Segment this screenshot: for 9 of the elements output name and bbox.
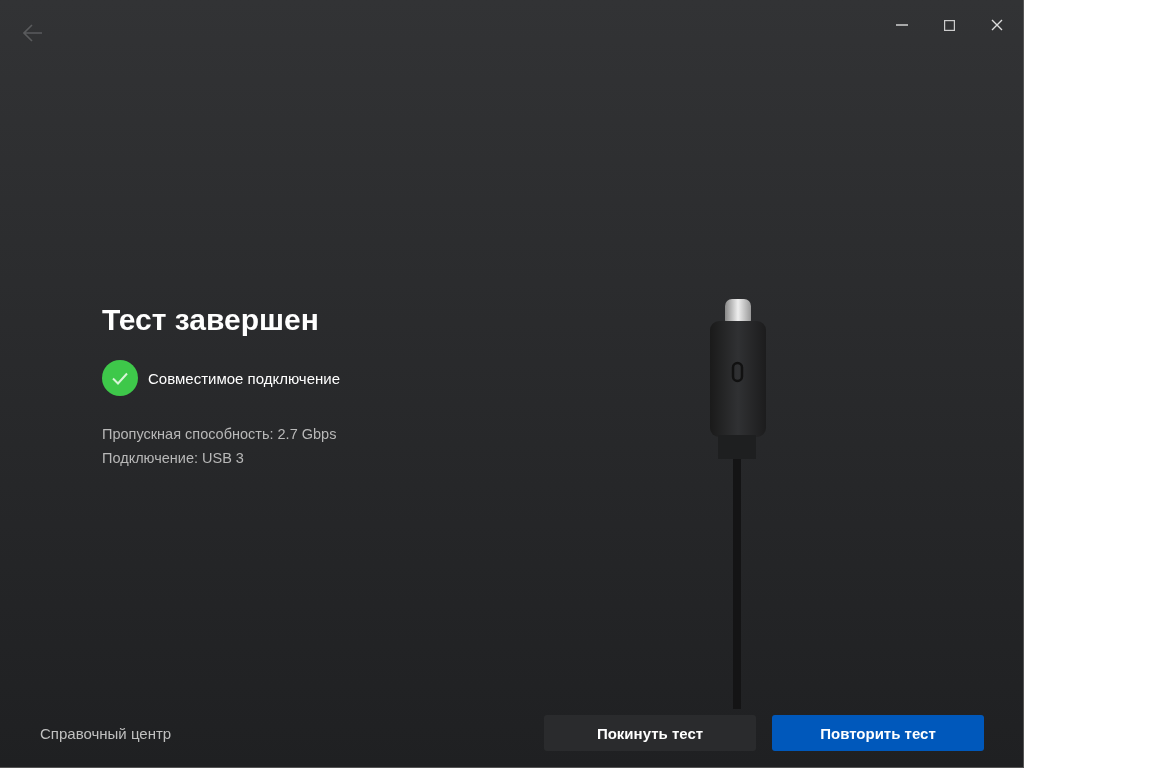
close-icon[interactable] bbox=[991, 19, 1003, 31]
detail-text: Пропускная способность: 2.7 Gbps bbox=[102, 425, 338, 444]
result-title: Тест завершен bbox=[102, 302, 320, 338]
leave-test-button[interactable]: Покинуть тест bbox=[544, 715, 756, 751]
maximize-icon[interactable] bbox=[944, 19, 955, 31]
help-center-link[interactable]: Справочный центр bbox=[40, 724, 172, 742]
retry-test-button[interactable]: Повторить тест bbox=[772, 715, 984, 751]
detail-text: Подключение: USB 3 bbox=[102, 449, 245, 468]
status-label: Совместимое подключение bbox=[148, 369, 340, 387]
